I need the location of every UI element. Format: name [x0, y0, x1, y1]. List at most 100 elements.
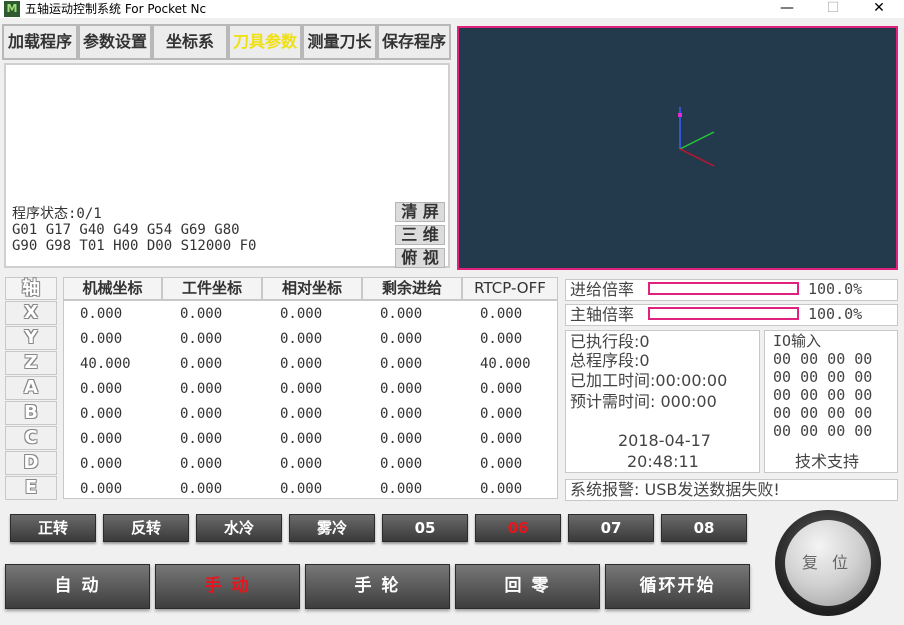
output-05-button[interactable]: 05 — [382, 514, 468, 542]
modal-codes-line-1: G01 G17 G40 G49 G54 G69 G80 — [12, 222, 240, 238]
table-cell: 0.000 — [280, 431, 323, 447]
elapsed-time: 已加工时间:00:00:00 — [570, 371, 728, 390]
feed-rate-box: 进给倍率 100.0% — [565, 279, 898, 301]
table-cell: 0.000 — [180, 431, 223, 447]
system-alarm: 系统报警: USB发送数据失败! — [565, 479, 898, 501]
spindle-forward-button[interactable]: 正转 — [10, 514, 96, 542]
table-cell: 0.000 — [480, 306, 523, 322]
feed-rate-label: 进给倍率 — [570, 280, 635, 299]
tab-load-program[interactable]: 加载程序 — [2, 24, 78, 60]
io-row: 00 00 00 00 — [773, 422, 873, 440]
io-input-panel: IO输入 00 00 00 00 00 00 00 00 00 00 00 00… — [764, 330, 898, 473]
tab-tool-parameters[interactable]: 刀具参数 — [228, 24, 302, 60]
table-cell: 0.000 — [280, 381, 323, 397]
3d-viewport[interactable] — [457, 26, 898, 270]
axis-label-a: A — [5, 376, 57, 400]
axis-label-b: B — [5, 401, 57, 425]
axis-label-y: Y — [5, 326, 57, 350]
top-view-button[interactable]: 俯 视 — [395, 248, 445, 268]
tab-parameter-settings[interactable]: 参数设置 — [78, 24, 152, 60]
axis-label-c: C — [5, 426, 57, 450]
manual-mode-button[interactable]: 手 动 — [155, 564, 300, 609]
table-cell: 0.000 — [480, 331, 523, 347]
window-title: 五轴运动控制系统 For Pocket Nc — [25, 2, 207, 16]
header-work-coord: 工件坐标 — [162, 277, 262, 300]
total-blocks: 总程序段:0 — [570, 351, 650, 370]
axis-label-e: E — [5, 476, 57, 500]
table-cell: 0.000 — [280, 356, 323, 372]
table-cell: 0.000 — [180, 356, 223, 372]
axis-header: 轴 — [5, 277, 57, 300]
header-machine-coord: 机械坐标 — [63, 277, 162, 300]
table-cell: 0.000 — [280, 456, 323, 472]
tab-measure-tool-length[interactable]: 测量刀长 — [302, 24, 377, 60]
table-cell: 0.000 — [380, 481, 423, 497]
table-cell: 0.000 — [180, 481, 223, 497]
feed-rate-bar[interactable] — [648, 282, 799, 295]
modal-codes-line-2: G90 G98 T01 H00 D00 S12000 F0 — [12, 238, 257, 254]
table-cell: 0.000 — [280, 406, 323, 422]
table-cell: 40.000 — [480, 356, 531, 372]
cycle-start-button[interactable]: 循环开始 — [605, 564, 750, 609]
header-relative-coord: 相对坐标 — [262, 277, 362, 300]
current-date: 2018-04-17 — [618, 431, 711, 450]
table-cell: 0.000 — [80, 456, 123, 472]
spindle-rate-bar[interactable] — [648, 307, 799, 320]
program-info-panel: 已执行段:0 总程序段:0 已加工时间:00:00:00 预计需时间: 000:… — [565, 330, 760, 473]
table-cell: 0.000 — [80, 431, 123, 447]
io-row: 00 00 00 00 — [773, 386, 873, 404]
tab-coordinate-system[interactable]: 坐标系 — [152, 24, 228, 60]
table-cell: 0.000 — [380, 456, 423, 472]
clear-screen-button[interactable]: 清 屏 — [395, 202, 445, 222]
table-cell: 0.000 — [480, 431, 523, 447]
table-cell: 0.000 — [80, 381, 123, 397]
executed-blocks: 已执行段:0 — [570, 332, 650, 351]
spindle-reverse-button[interactable]: 反转 — [103, 514, 189, 542]
maximize-button[interactable]: ☐ — [810, 0, 856, 18]
table-cell: 0.000 — [180, 331, 223, 347]
table-cell: 0.000 — [380, 331, 423, 347]
tech-support-link[interactable]: 技术支持 — [795, 453, 859, 471]
reset-button[interactable]: 复位 — [785, 520, 871, 606]
app-logo-icon: M — [4, 1, 20, 17]
table-cell: 0.000 — [280, 331, 323, 347]
spindle-rate-box: 主轴倍率 100.0% — [565, 304, 898, 326]
feed-rate-value: 100.0% — [808, 280, 863, 298]
spindle-rate-value: 100.0% — [808, 305, 863, 323]
output-07-button[interactable]: 07 — [568, 514, 654, 542]
spindle-rate-label: 主轴倍率 — [570, 305, 635, 324]
view-3d-button[interactable]: 三 维 — [395, 225, 445, 245]
table-cell: 0.000 — [180, 306, 223, 322]
table-cell: 0.000 — [480, 456, 523, 472]
table-cell: 0.000 — [480, 406, 523, 422]
auto-mode-button[interactable]: 自 动 — [5, 564, 150, 609]
io-row: 00 00 00 00 — [773, 368, 873, 386]
minimize-button[interactable]: — — [764, 0, 810, 18]
header-remaining-feed: 剩余进给 — [362, 277, 462, 300]
estimated-time: 预计需时间: 000:00 — [570, 392, 717, 411]
table-cell: 0.000 — [180, 406, 223, 422]
water-cool-button[interactable]: 水冷 — [196, 514, 282, 542]
table-cell: 0.000 — [280, 306, 323, 322]
table-cell: 0.000 — [380, 381, 423, 397]
table-cell: 0.000 — [180, 456, 223, 472]
tab-save-program[interactable]: 保存程序 — [377, 24, 451, 60]
home-button[interactable]: 回 零 — [455, 564, 600, 609]
io-title: IO输入 — [773, 332, 822, 350]
current-time: 20:48:11 — [627, 452, 699, 471]
program-status: 程序状态:0/1 — [12, 206, 102, 222]
mist-cool-button[interactable]: 雾冷 — [289, 514, 375, 542]
output-08-button[interactable]: 08 — [661, 514, 747, 542]
table-cell: 0.000 — [380, 406, 423, 422]
output-06-button[interactable]: 06 — [475, 514, 561, 542]
close-button[interactable]: ✕ — [856, 0, 902, 18]
io-row: 00 00 00 00 — [773, 404, 873, 422]
table-cell: 0.000 — [380, 356, 423, 372]
handwheel-mode-button[interactable]: 手 轮 — [305, 564, 450, 609]
table-cell: 0.000 — [380, 306, 423, 322]
table-cell: 40.000 — [80, 356, 131, 372]
table-cell: 0.000 — [180, 381, 223, 397]
table-cell: 0.000 — [480, 481, 523, 497]
table-cell: 0.000 — [480, 381, 523, 397]
axis-label-x: X — [5, 301, 57, 325]
